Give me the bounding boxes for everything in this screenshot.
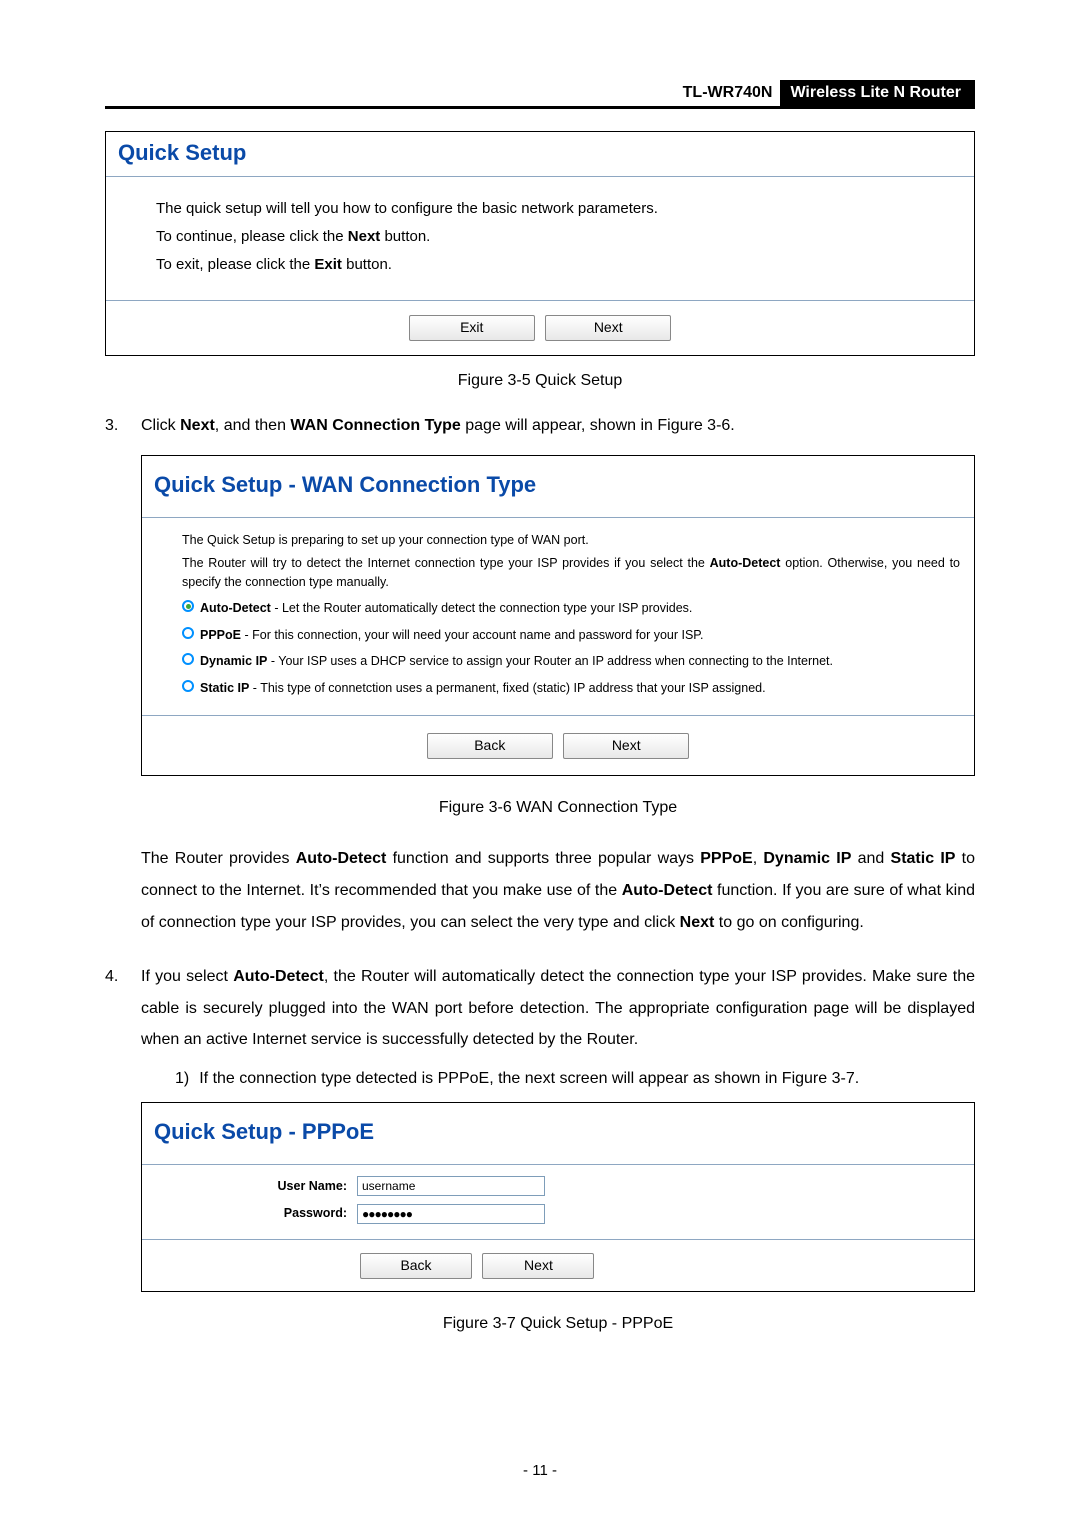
step-3: 3. Click Next, and then WAN Connection T… — [141, 410, 975, 939]
paragraph-after-3-6: The Router provides Auto-Detect function… — [141, 843, 975, 939]
radio-auto-detect[interactable]: Auto-Detect - Let the Router automatical… — [182, 599, 960, 618]
figure-3-6-caption: Figure 3-6 WAN Connection Type — [141, 792, 975, 823]
figure-3-7-panel: Quick Setup - PPPoE User Name: username … — [141, 1102, 975, 1292]
radio-icon — [182, 653, 194, 665]
next-button[interactable]: Next — [545, 315, 671, 341]
button-row: Back Next — [142, 1239, 974, 1291]
password-input[interactable]: ●●●●●●●● — [357, 1204, 545, 1224]
quick-setup-line1: The quick setup will tell you how to con… — [156, 195, 944, 223]
panel-title-quick-setup: Quick Setup — [106, 132, 974, 176]
radio-static-ip[interactable]: Static IP - This type of connetction use… — [182, 679, 960, 698]
step-4-1: 1) If the connection type detected is PP… — [175, 1063, 975, 1094]
username-input[interactable]: username — [357, 1176, 545, 1196]
radio-pppoe[interactable]: PPPoE - For this connection, your will n… — [182, 626, 960, 645]
step-4-number: 4. — [105, 961, 118, 992]
figure-3-7-caption: Figure 3-7 Quick Setup - PPPoE — [141, 1308, 975, 1339]
wan-intro-1: The Quick Setup is preparing to set up y… — [182, 531, 960, 550]
button-row: Back Next — [142, 715, 974, 775]
back-button[interactable]: Back — [360, 1253, 472, 1279]
figure-3-6-panel: Quick Setup - WAN Connection Type The Qu… — [141, 455, 975, 776]
radio-icon — [182, 680, 194, 692]
radio-dynamic-ip[interactable]: Dynamic IP - Your ISP uses a DHCP servic… — [182, 652, 960, 671]
header-desc: Wireless Lite N Router — [780, 80, 975, 106]
header-model: TL-WR740N — [675, 80, 781, 106]
next-button[interactable]: Next — [563, 733, 689, 759]
step-3-number: 3. — [105, 410, 118, 441]
figure-3-5-panel: Quick Setup The quick setup will tell yo… — [105, 131, 975, 356]
page-header: TL-WR740N Wireless Lite N Router — [105, 80, 975, 109]
page-number: - 11 - — [0, 1462, 1080, 1479]
radio-icon — [182, 600, 194, 612]
panel-body: User Name: username Password: ●●●●●●●● — [142, 1165, 974, 1239]
quick-setup-line3: To exit, please click the Exit button. — [156, 251, 944, 279]
substep-number: 1) — [175, 1063, 189, 1094]
panel-body: The Quick Setup is preparing to set up y… — [142, 518, 974, 715]
quick-setup-line2: To continue, please click the Next butto… — [156, 223, 944, 251]
label-username: User Name: — [142, 1174, 357, 1198]
panel-body: The quick setup will tell you how to con… — [106, 177, 974, 300]
back-button[interactable]: Back — [427, 733, 553, 759]
radio-icon — [182, 627, 194, 639]
exit-button[interactable]: Exit — [409, 315, 535, 341]
wan-intro-2: The Router will try to detect the Intern… — [182, 554, 960, 593]
next-button[interactable]: Next — [482, 1253, 594, 1279]
step-4: 4. If you select Auto-Detect, the Router… — [141, 961, 975, 1339]
label-password: Password: — [142, 1201, 357, 1225]
button-row: Exit Next — [106, 300, 974, 355]
panel-title-pppoe: Quick Setup - PPPoE — [142, 1103, 974, 1164]
figure-3-5-caption: Figure 3-5 Quick Setup — [105, 372, 975, 390]
panel-title-wan-type: Quick Setup - WAN Connection Type — [142, 456, 974, 517]
substep-text: If the connection type detected is PPPoE… — [199, 1063, 859, 1094]
